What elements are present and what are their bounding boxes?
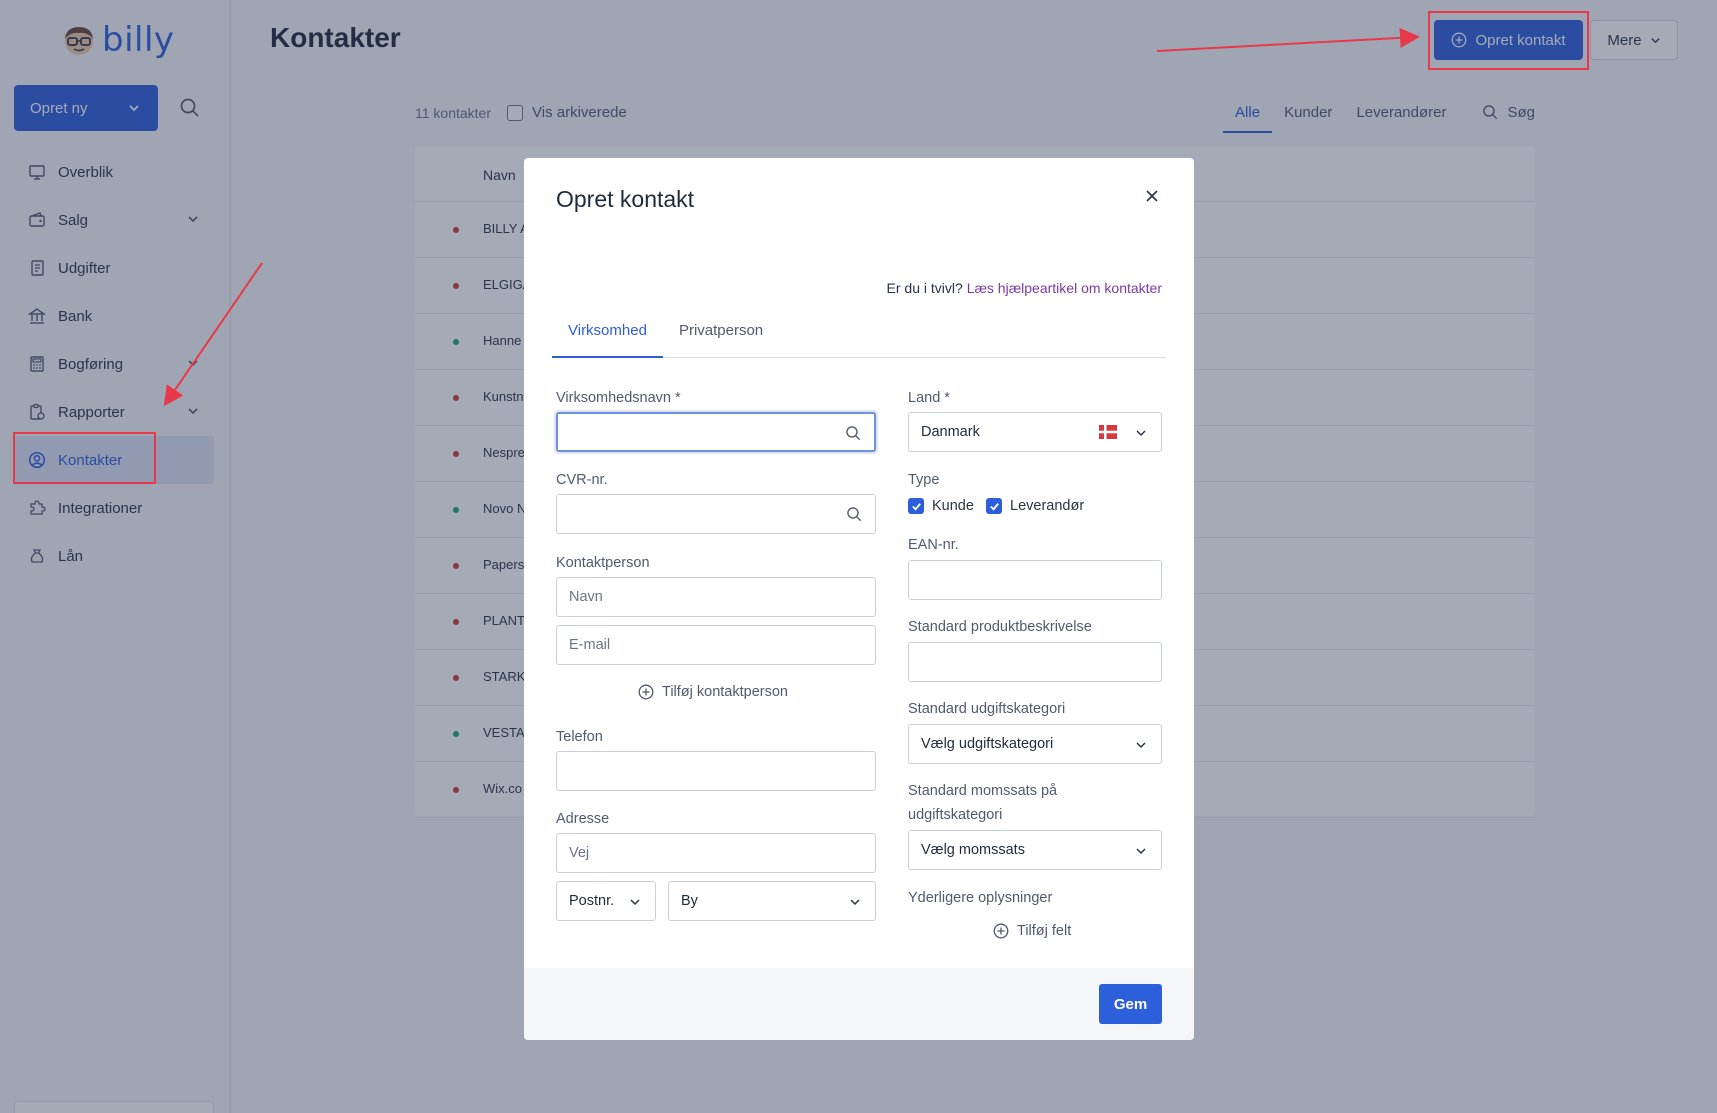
annotation-arrow-to-kontakter — [163, 262, 263, 407]
annotation-arrow-to-create-contact — [1156, 27, 1420, 52]
annotation-arrows — [163, 27, 1420, 407]
